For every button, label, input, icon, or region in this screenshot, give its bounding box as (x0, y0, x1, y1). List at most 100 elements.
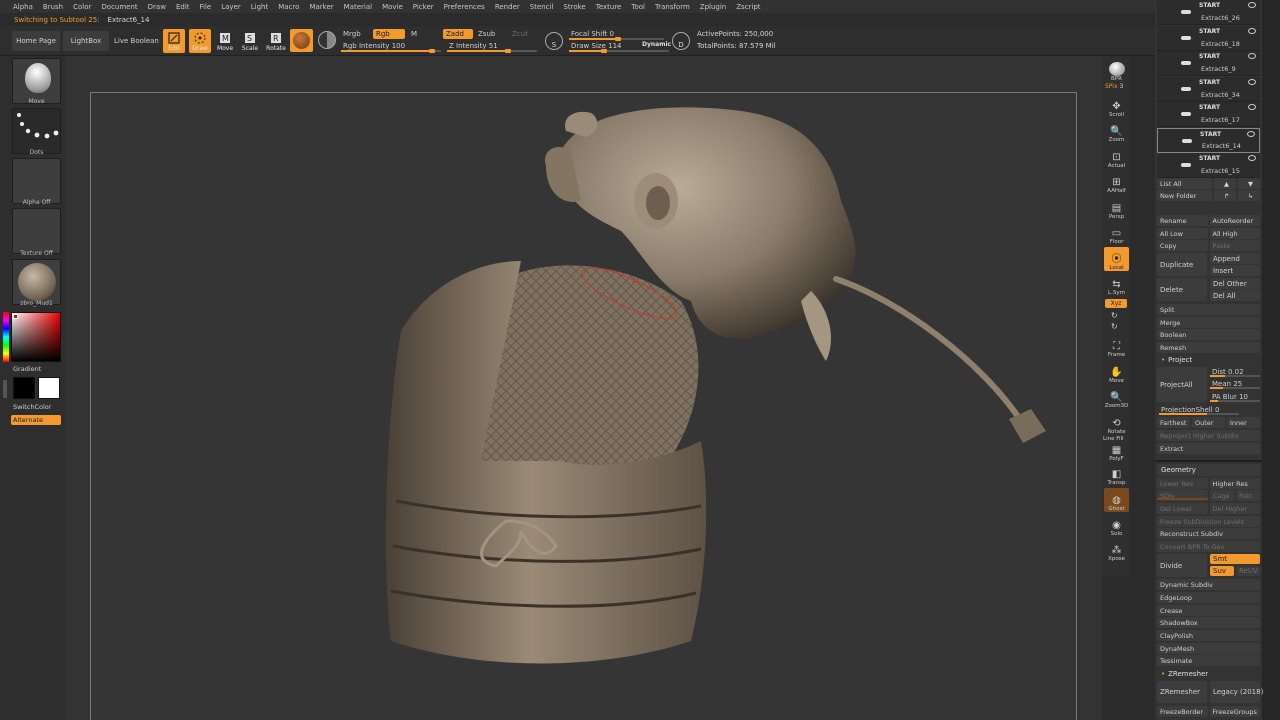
rotate-tool-button[interactable]: R Rotate (265, 29, 287, 53)
zoom-button[interactable]: 🔍 Zoom (1104, 119, 1129, 143)
texture-thumbnail[interactable] (12, 208, 61, 254)
material-thumbnail[interactable] (12, 259, 61, 305)
dynamic-button[interactable]: Dynamic (642, 41, 671, 48)
menu-stencil[interactable]: Stencil (525, 3, 559, 11)
floor-button[interactable]: ▭ Floor (1104, 221, 1129, 245)
reuv-toggle[interactable]: ReUV (1236, 566, 1260, 576)
scroll-button[interactable]: ✥ Scroll (1104, 94, 1129, 118)
dynamic-subdiv-button[interactable]: Dynamic Subdiv (1157, 579, 1260, 590)
menu-light[interactable]: Light (246, 3, 273, 11)
z-intensity-slider[interactable]: Z Intensity 51 (447, 40, 537, 53)
subtool-item[interactable]: START Extract6_9 (1157, 51, 1260, 76)
zcut-button[interactable]: Zcut (512, 30, 528, 38)
switchcolor-button[interactable]: SwitchColor (13, 403, 51, 411)
geometry-section-header[interactable]: Geometry (1157, 464, 1260, 476)
draw-button[interactable]: Draw (189, 29, 211, 53)
rotate-y-icon[interactable]: ↻ (1111, 311, 1118, 320)
menu-color[interactable]: Color (68, 3, 96, 11)
eye-icon[interactable] (1248, 2, 1256, 8)
subtool-item[interactable]: START Extract6_14 (1157, 127, 1260, 153)
extract-button[interactable]: Extract (1157, 443, 1260, 454)
lsym-button[interactable]: ⇆ L.Sym (1104, 272, 1129, 296)
menu-material[interactable]: Material (339, 3, 377, 11)
polyf-button[interactable]: ▦ PolyF (1104, 438, 1129, 462)
paste-button[interactable]: Paste (1209, 240, 1260, 251)
cage-button[interactable]: Cage (1210, 490, 1234, 501)
rename-button[interactable]: Rename (1157, 215, 1208, 226)
move-up-button[interactable]: ↱ (1214, 190, 1236, 201)
subtool-item[interactable]: START Extract6_17 (1157, 102, 1260, 127)
menu-macro[interactable]: Macro (273, 3, 304, 11)
mean-slider[interactable]: Mean 25 (1210, 378, 1260, 389)
color-mode-icon[interactable] (318, 31, 336, 49)
frame-button[interactable]: ⛶ Frame (1104, 334, 1129, 358)
stroke-thumbnail[interactable] (12, 108, 61, 154)
projection-shell-slider[interactable]: ProjectionShell 0 (1159, 404, 1239, 415)
all-low-button[interactable]: All Low (1157, 228, 1208, 239)
menu-stroke[interactable]: Stroke (558, 3, 590, 11)
freeze-subdiv-button[interactable]: Freeze SubDivision Levels (1157, 516, 1260, 527)
actual-button[interactable]: ⊡ Actual (1104, 145, 1129, 169)
eye-icon[interactable] (1248, 155, 1256, 161)
zadd-button[interactable]: Zadd (443, 29, 473, 39)
freezeborder-button[interactable]: FreezeBorder (1157, 706, 1208, 717)
project-all-button[interactable]: ProjectAll (1157, 367, 1207, 402)
xpose-button[interactable]: ⁂ Xpose (1104, 538, 1129, 562)
menu-draw[interactable]: Draw (143, 3, 171, 11)
menu-marker[interactable]: Marker (304, 3, 338, 11)
local-button[interactable]: ⦿ Local (1104, 247, 1129, 271)
d-key-icon[interactable]: D (672, 32, 690, 50)
append-button[interactable]: Append (1210, 253, 1260, 264)
mrgb-button[interactable]: Mrgb (343, 30, 361, 38)
rotate-z-icon[interactable]: ↻ (1111, 322, 1118, 331)
tessimate-button[interactable]: Tessimate (1157, 655, 1260, 666)
zoom3d-button[interactable]: 🔍 Zoom3D (1104, 385, 1129, 409)
transp-button[interactable]: ◧ Transp (1104, 462, 1129, 486)
arrow-down-button[interactable]: ▼ (1238, 178, 1260, 189)
new-folder-button[interactable]: New Folder (1157, 190, 1212, 201)
bpr-button[interactable]: BPR (1104, 58, 1129, 82)
menu-texture[interactable]: Texture (591, 3, 627, 11)
material-swatch-button[interactable] (290, 29, 313, 52)
lightbox-button[interactable]: LightBox (63, 31, 109, 51)
move-view-button[interactable]: ✋ Move (1104, 360, 1129, 384)
gradient-button[interactable]: Gradient (13, 365, 41, 373)
menu-edit[interactable]: Edit (171, 3, 195, 11)
s-key-icon[interactable]: S (545, 32, 563, 50)
crease-button[interactable]: Crease (1157, 605, 1260, 616)
dist-slider[interactable]: Dist 0.02 (1210, 366, 1260, 377)
spix-slider[interactable]: SPix 3 (1105, 83, 1123, 90)
smt-toggle[interactable]: Smt (1210, 554, 1260, 564)
move-down-button[interactable]: ↳ (1238, 190, 1260, 201)
delete-button[interactable]: Delete (1157, 278, 1207, 301)
zremesher-button[interactable]: ZRemesher (1157, 681, 1207, 703)
zremesher-section-header[interactable]: • ZRemesher (1157, 668, 1260, 680)
menu-transform[interactable]: Transform (650, 3, 695, 11)
menu-file[interactable]: File (195, 3, 217, 11)
color-picker[interactable] (11, 312, 61, 362)
remesh-button[interactable]: Remesh (1157, 342, 1260, 353)
subtool-item[interactable]: START Extract6_15 (1157, 153, 1260, 178)
pa-blur-slider[interactable]: PA Blur 10 (1210, 391, 1260, 402)
document-canvas[interactable] (90, 92, 1077, 720)
eye-icon[interactable] (1248, 78, 1256, 85)
suv-toggle[interactable]: Suv (1210, 566, 1234, 576)
farthest-button[interactable]: Farthest (1157, 417, 1190, 428)
menu-alpha[interactable]: Alpha (8, 3, 38, 11)
shadowbox-button[interactable]: ShadowBox (1157, 617, 1260, 628)
menu-picker[interactable]: Picker (408, 3, 439, 11)
menu-movie[interactable]: Movie (377, 3, 408, 11)
eye-icon[interactable] (1248, 27, 1256, 34)
menu-zplugin[interactable]: Zplugin (695, 3, 731, 11)
rotate-view-button[interactable]: ⟲ Rotate (1104, 411, 1129, 435)
edit-button[interactable]: Edit (163, 29, 185, 53)
home-page-button[interactable]: Home Page (12, 31, 60, 51)
claypolish-button[interactable]: ClayPolish (1157, 630, 1260, 641)
del-all-button[interactable]: Del All (1210, 290, 1260, 301)
focal-shift-slider[interactable]: Focal Shift 0 (569, 28, 664, 41)
m-button[interactable]: M (411, 30, 417, 38)
left-tray-collapse-handle[interactable] (3, 380, 7, 398)
del-other-button[interactable]: Del Other (1210, 278, 1260, 289)
eye-icon[interactable] (1248, 53, 1256, 59)
del-lower-button[interactable]: Del Lower (1157, 503, 1208, 514)
